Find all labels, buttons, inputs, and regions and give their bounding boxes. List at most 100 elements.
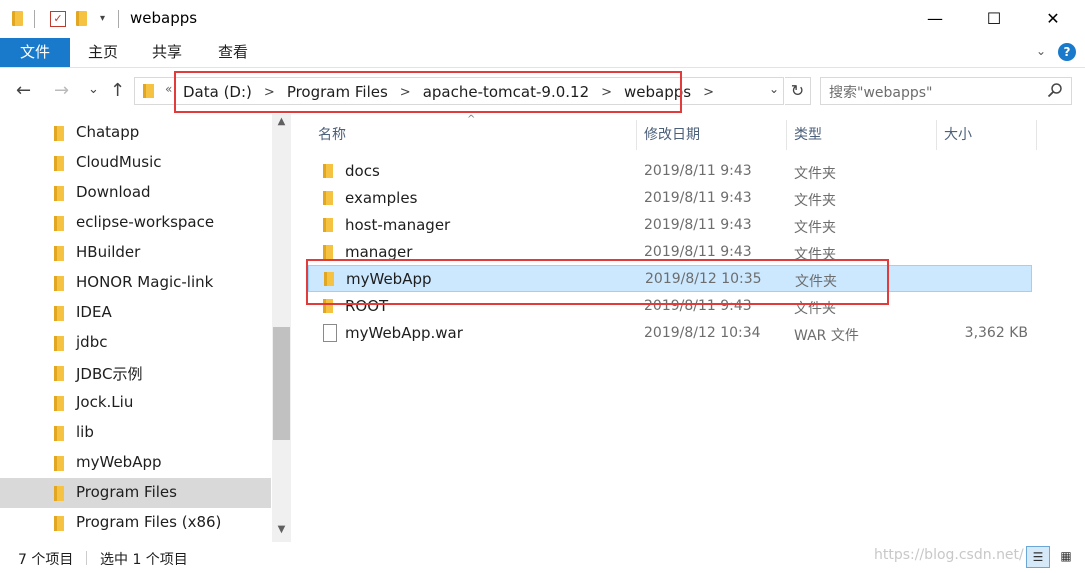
large-icons-view-icon[interactable]: ▦ [1054, 546, 1078, 568]
watermark: https://blog.csdn.net/ [874, 547, 1024, 563]
window-title: webapps [130, 9, 198, 27]
tab-view[interactable]: 查看 [218, 38, 248, 67]
file-type: 文件夹 [794, 166, 836, 182]
nav-item-label: Jock.Liu [76, 393, 134, 411]
nav-item-lib[interactable]: lib [0, 418, 271, 448]
file-list: ^ 名称 修改日期 类型 大小 docs 2019/8/11 9:43 文件夹 … [292, 114, 1085, 542]
nav-item-label: CloudMusic [76, 153, 162, 171]
table-row[interactable]: examples 2019/8/11 9:43 文件夹 [308, 185, 1032, 212]
back-button[interactable]: ← [16, 80, 31, 101]
divider [34, 10, 35, 28]
column-header-name[interactable]: 名称 [318, 124, 346, 144]
folder-icon [54, 276, 64, 291]
table-row[interactable]: myWebApp.war 2019/8/12 10:34 WAR 文件 3,36… [308, 320, 1032, 347]
nav-item-program-files[interactable]: Program Files [0, 478, 271, 508]
folder-icon [54, 516, 64, 531]
recent-locations-button[interactable]: ⌄ [88, 82, 99, 97]
column-divider[interactable] [936, 120, 937, 150]
refresh-button[interactable]: ↻ [785, 77, 811, 105]
folder-icon [143, 84, 154, 98]
file-size: 3,362 KB [964, 325, 1028, 341]
file-date: 2019/8/11 9:43 [644, 190, 752, 206]
nav-item-jdbc-examples[interactable]: JDBC示例 [0, 358, 271, 388]
nav-item-chatapp[interactable]: Chatapp [0, 118, 271, 148]
scroll-up-icon[interactable]: ▲ [272, 116, 291, 127]
nav-item-idea[interactable]: IDEA [0, 298, 271, 328]
search-icon[interactable] [1047, 82, 1063, 102]
expand-ribbon-icon[interactable]: ⌄ [1036, 44, 1046, 58]
new-folder-icon[interactable] [76, 11, 87, 26]
navigation-pane: Chatapp CloudMusic Download eclipse-work… [0, 114, 292, 542]
nav-item-label: myWebApp [76, 453, 162, 471]
nav-item-eclipse-workspace[interactable]: eclipse-workspace [0, 208, 271, 238]
table-row[interactable]: docs 2019/8/11 9:43 文件夹 [308, 158, 1032, 185]
sort-ascending-icon: ^ [467, 114, 476, 125]
nav-item-label: IDEA [76, 303, 112, 321]
status-bar: 7 个项目 选中 1 个项目 https://blog.csdn.net/ ☰ … [0, 542, 1085, 573]
search-placeholder: 搜索"webapps" [829, 85, 933, 101]
close-button[interactable]: ✕ [1030, 0, 1076, 38]
tab-file[interactable]: 文件 [0, 38, 70, 67]
chevron-right-icon[interactable]: > [703, 85, 714, 100]
nav-item-honor-magic-link[interactable]: HONOR Magic-link [0, 268, 271, 298]
breadcrumb-overflow[interactable]: « [165, 82, 172, 96]
nav-item-label: lib [76, 423, 94, 441]
annotation-box [306, 259, 889, 305]
column-header-size[interactable]: 大小 [944, 124, 972, 144]
ribbon-tabs: 文件 主页 共享 查看 ⌄ ? [0, 38, 1085, 68]
scroll-down-icon[interactable]: ▼ [272, 524, 291, 535]
column-divider[interactable] [1036, 120, 1037, 150]
help-icon[interactable]: ? [1058, 43, 1076, 61]
nav-item-label: Program Files (x86) [76, 513, 222, 531]
file-name: examples [345, 189, 418, 207]
navigation-scrollbar[interactable]: ▲ ▼ [272, 114, 291, 542]
folder-icon [54, 366, 64, 381]
properties-icon[interactable]: ✓ [50, 11, 66, 27]
column-divider[interactable] [636, 120, 637, 150]
file-name: docs [345, 162, 380, 180]
folder-icon [54, 186, 64, 201]
nav-item-download[interactable]: Download [0, 178, 271, 208]
maximize-button[interactable]: ☐ [971, 0, 1017, 38]
file-date: 2019/8/11 9:43 [644, 163, 752, 179]
customize-toolbar-icon[interactable]: ▾ [100, 13, 105, 24]
table-row[interactable]: host-manager 2019/8/11 9:43 文件夹 [308, 212, 1032, 239]
column-divider[interactable] [786, 120, 787, 150]
folder-icon [54, 456, 64, 471]
folder-icon [323, 191, 333, 205]
nav-item-label: Chatapp [76, 123, 140, 141]
folder-icon [12, 11, 23, 26]
folder-icon [54, 156, 64, 171]
nav-item-label: JDBC示例 [76, 365, 143, 383]
divider [118, 10, 119, 28]
folder-icon [54, 486, 64, 501]
nav-item-jock-liu[interactable]: Jock.Liu [0, 388, 271, 418]
nav-item-cloudmusic[interactable]: CloudMusic [0, 148, 271, 178]
nav-item-mywebapp[interactable]: myWebApp [0, 448, 271, 478]
file-type: 文件夹 [794, 193, 836, 209]
search-input[interactable]: 搜索"webapps" [820, 77, 1072, 105]
item-count: 7 个项目 [18, 552, 74, 568]
up-button[interactable]: ↑ [110, 80, 125, 101]
tab-home[interactable]: 主页 [88, 38, 118, 67]
nav-item-hbuilder[interactable]: HBuilder [0, 238, 271, 268]
selected-count: 选中 1 个项目 [100, 552, 188, 568]
file-icon [323, 324, 337, 342]
tab-share[interactable]: 共享 [152, 38, 182, 67]
nav-item-program-files-x86[interactable]: Program Files (x86) [0, 508, 271, 538]
nav-item-jdbc[interactable]: jdbc [0, 328, 271, 358]
folder-icon [323, 245, 333, 259]
folder-icon [54, 336, 64, 351]
column-header-type[interactable]: 类型 [794, 124, 822, 144]
address-dropdown-icon[interactable]: ⌄ [769, 82, 779, 96]
nav-item-label: Program Files [76, 483, 177, 501]
folder-icon [54, 306, 64, 321]
folder-icon [54, 246, 64, 261]
column-header-date[interactable]: 修改日期 [644, 124, 700, 144]
minimize-button[interactable]: — [912, 0, 958, 38]
details-view-icon[interactable]: ☰ [1026, 546, 1050, 568]
scrollbar-thumb[interactable] [273, 327, 290, 440]
forward-button[interactable]: → [54, 80, 69, 101]
title-bar: ✓ ▾ webapps — ☐ ✕ [0, 0, 1085, 38]
folder-icon [54, 426, 64, 441]
